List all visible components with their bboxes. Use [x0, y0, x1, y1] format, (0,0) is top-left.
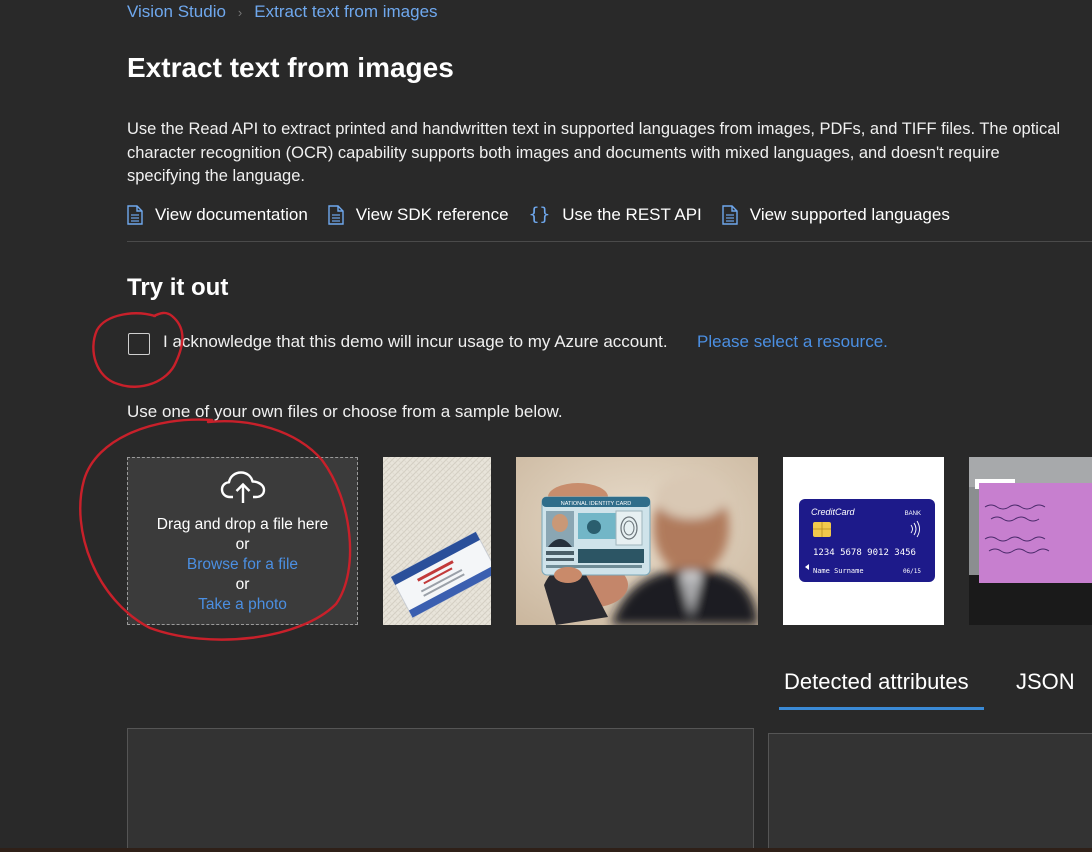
try-it-out-heading: Try it out — [127, 274, 229, 301]
view-supported-languages-link[interactable]: View supported languages — [722, 205, 950, 225]
browse-file-link[interactable]: Browse for a file — [128, 555, 357, 575]
image-preview-panel — [127, 728, 754, 852]
credit-card-expiry-text: 06/15 — [903, 568, 921, 575]
id-card-header-text: NATIONAL IDENTITY CARD — [561, 501, 632, 507]
view-supported-languages-label: View supported languages — [749, 204, 950, 224]
use-rest-api-label: Use the REST API — [562, 204, 702, 224]
credit-card-name-text: Name Surname — [813, 567, 864, 575]
page-description: Use the Read API to extract printed and … — [127, 120, 1061, 185]
use-rest-api-link[interactable]: {} Use the REST API — [529, 204, 702, 225]
breadcrumb-current-link[interactable]: Extract text from images — [254, 2, 437, 22]
resource-links: View documentation View SDK reference {}… — [127, 204, 970, 225]
cloud-upload-icon — [220, 471, 265, 503]
breadcrumb: Vision Studio › Extract text from images — [127, 2, 438, 22]
credit-card-number-text: 1234 5678 9012 3456 — [813, 548, 916, 558]
sample-image-id-card[interactable]: NATIONAL IDENTITY CARD — [516, 457, 758, 625]
credit-card-bank-text: BANK — [905, 511, 921, 517]
tab-json[interactable]: JSON — [1016, 669, 1075, 695]
credit-card-brand-text: CreditCard — [811, 507, 856, 517]
sample-image-credit-card[interactable]: CreditCard BANK 1234 5678 9012 3456 Name… — [783, 457, 944, 625]
breadcrumb-root-link[interactable]: Vision Studio — [127, 2, 226, 22]
sample-image-ss-card[interactable] — [383, 457, 491, 625]
active-tab-indicator — [779, 707, 984, 710]
breadcrumb-chevron-icon: › — [237, 4, 243, 20]
document-icon — [328, 204, 344, 225]
view-documentation-label: View documentation — [155, 204, 308, 224]
view-sdk-reference-link[interactable]: View SDK reference — [328, 205, 509, 225]
use-files-instruction: Use one of your own files or choose from… — [127, 402, 563, 421]
sample-image-handwritten-note[interactable] — [969, 457, 1092, 625]
view-documentation-link[interactable]: View documentation — [127, 205, 308, 225]
section-divider — [127, 241, 1092, 242]
page: Vision Studio › Extract text from images… — [0, 0, 1092, 852]
document-icon — [127, 204, 143, 225]
drag-drop-text: Drag and drop a file here — [156, 516, 329, 533]
acknowledge-checkbox[interactable] — [128, 333, 150, 355]
results-panel — [768, 733, 1092, 852]
or-text: or — [235, 576, 250, 593]
take-photo-link[interactable]: Take a photo — [128, 595, 357, 615]
tab-detected-attributes[interactable]: Detected attributes — [784, 669, 969, 695]
select-resource-link[interactable]: Please select a resource. — [697, 332, 888, 352]
or-text: or — [235, 536, 250, 553]
bottom-strip — [0, 848, 1092, 852]
page-title: Extract text from images — [127, 52, 454, 83]
document-icon — [722, 204, 738, 225]
code-braces-icon: {} — [528, 204, 551, 225]
acknowledge-label: I acknowledge that this demo will incur … — [163, 332, 668, 351]
file-dropzone[interactable]: Drag and drop a file here or Browse for … — [127, 457, 358, 625]
view-sdk-reference-label: View SDK reference — [355, 204, 509, 224]
